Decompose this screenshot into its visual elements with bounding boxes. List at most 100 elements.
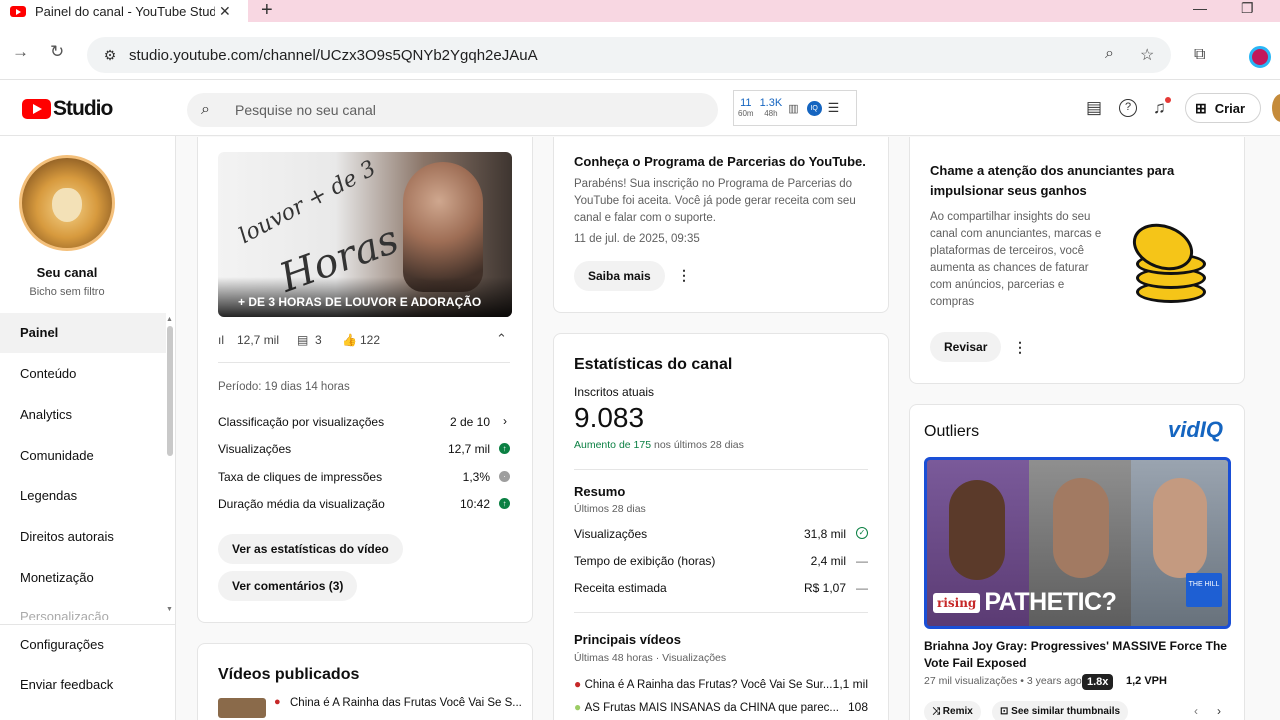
extensions-icon[interactable]: ⧉	[1194, 46, 1205, 64]
menu-icon[interactable]: ☰	[828, 100, 840, 116]
video-camera-icon: ⊞	[1195, 99, 1207, 116]
collapse-chevron-icon[interactable]: ⌃	[496, 331, 507, 347]
vidiq-stats-widget[interactable]: 11 60m 1.3K 48h ▥ IQ ☰	[733, 90, 857, 126]
vidiq-stat-48h: 1.3K 48h	[759, 97, 783, 118]
site-settings-icon[interactable]: ⚙	[93, 47, 127, 64]
video-thumbnail-small[interactable]	[218, 698, 266, 718]
browser-tab[interactable]: Painel do canal - YouTube Studi ✕	[0, 0, 248, 22]
vph-value: 1,2 VPH	[1126, 675, 1167, 687]
profile-avatar[interactable]	[1249, 46, 1271, 68]
see-similar-thumbnails-button[interactable]: ⊡ See similar thumbnails	[992, 701, 1129, 720]
remix-icon: ⤨	[932, 706, 943, 717]
outlier-video-title[interactable]: Briahna Joy Gray: Progressives' MASSIVE …	[924, 638, 1234, 672]
thumbs-up-icon: 👍	[342, 333, 357, 347]
vidiq-icon[interactable]: IQ	[806, 100, 822, 116]
create-button[interactable]: ⊞ Criar	[1185, 93, 1261, 123]
metric-views: Visualizações 12,7 mil ↑	[218, 442, 510, 456]
growth-period: nos últimos 28 dias	[653, 439, 744, 451]
notifications-bell-icon[interactable]: ♫	[1153, 98, 1166, 118]
news-card: Conheça o Programa de Parcerias do YouTu…	[553, 137, 889, 313]
review-button[interactable]: Revisar	[930, 332, 1002, 362]
video-thumbnail[interactable]: louvor + de 3 Horas + DE 3 HORAS DE LOUV…	[218, 152, 512, 317]
address-bar[interactable]: ⚙ studio.youtube.com/channel/UCzx3O9s5QN…	[87, 37, 1171, 73]
view-video-stats-button[interactable]: Ver as estatísticas do vídeo	[218, 534, 403, 564]
top-video-row[interactable]: ● AS Frutas MAIS INSANAS da CHINA que pa…	[574, 700, 868, 714]
more-options-icon[interactable]: ⋮	[677, 267, 691, 284]
top-video-row[interactable]: ● China é A Rainha das Frutas? Você Vai …	[574, 677, 868, 691]
close-tab-icon[interactable]: ✕	[219, 3, 231, 20]
more-options-icon[interactable]: ⋮	[1013, 339, 1027, 356]
channel-stats-card: Estatísticas do canal Inscritos atuais 9…	[553, 333, 889, 720]
news-body: Parabéns! Sua inscrição no Programa de P…	[574, 178, 856, 224]
sidebar-item-painel[interactable]: Painel	[0, 313, 166, 353]
feedback-icon[interactable]: ▤	[1086, 98, 1102, 118]
metric-ctr: Taxa de cliques de impressões 1,3% ·	[218, 470, 510, 484]
published-videos-card: Vídeos publicados ● China é A Rainha das…	[197, 643, 533, 720]
learn-more-button[interactable]: Saiba mais	[574, 261, 665, 291]
comments-count: 3	[315, 333, 322, 347]
channel-handle: Bicho sem filtro	[29, 286, 105, 298]
published-video-title[interactable]: China é A Rainha das Frutas Você Vai Se …	[290, 695, 522, 712]
search-placeholder: Pesquise no seu canal	[235, 102, 376, 118]
channel-name: Seu canal	[36, 265, 98, 280]
thumbnail-caption: + DE 3 HORAS DE LOUVOR E ADORAÇÃO	[218, 277, 512, 317]
sidebar-item-enviar-feedback[interactable]: Enviar feedback	[0, 665, 166, 705]
notification-dot	[1165, 97, 1171, 103]
summary-revenue: Receita estimada R$ 1,07 —	[574, 581, 868, 595]
channel-avatar[interactable]	[19, 155, 115, 251]
strawberry-icon: ●	[574, 677, 582, 691]
browser-toolbar: → ↻ ⚙ studio.youtube.com/channel/UCzx3O9…	[0, 22, 1280, 80]
new-tab-button[interactable]: +	[261, 0, 273, 22]
remix-button[interactable]: ⤨ Remix	[924, 701, 981, 720]
view-comments-button[interactable]: Ver comentários (3)	[218, 571, 358, 601]
vidiq-logo: vidIQ	[1168, 417, 1224, 442]
youtube-logo-icon	[22, 99, 51, 119]
sidebar-item-comunidade[interactable]: Comunidade	[0, 436, 166, 476]
sidebar-item-monetizacao[interactable]: Monetização	[0, 558, 166, 598]
top-videos-period: Últimas 48 horas · Visualizações	[574, 652, 727, 664]
outlier-video-thumbnail[interactable]: rising PATHETIC? THE HILL	[924, 457, 1231, 629]
summary-views: Visualizações 31,8 mil ✓	[574, 527, 868, 541]
help-icon[interactable]: ?	[1119, 99, 1137, 117]
views-count: 12,7 mil	[237, 333, 280, 347]
outliers-card: Outliers vidIQ rising PATHETIC? THE HILL…	[909, 404, 1245, 720]
scroll-down-arrow-icon[interactable]: ▼	[166, 606, 173, 613]
sidebar-item-analytics[interactable]: Analytics	[0, 395, 166, 435]
account-avatar[interactable]	[1272, 94, 1280, 122]
views-bar-icon: ıl	[218, 333, 224, 347]
restore-button[interactable]: ❐	[1241, 0, 1254, 17]
fruit-icon: ●	[574, 700, 582, 714]
rising-tag: rising	[933, 592, 981, 613]
thumbnail-text: PATHETIC?	[984, 588, 1117, 616]
scroll-up-arrow-icon[interactable]: ▲	[166, 316, 173, 323]
zoom-icon[interactable]: ⌕	[1105, 45, 1114, 63]
published-videos-title: Vídeos publicados	[218, 666, 360, 683]
browser-tab-strip: Painel do canal - YouTube Studi ✕ + — ❐	[0, 0, 1280, 22]
channel-search[interactable]: ⌕ Pesquise no seu canal	[187, 93, 718, 127]
thumbnails-icon: ⊡	[1000, 706, 1012, 717]
comment-icon: ▤	[297, 333, 309, 347]
sidebar-item-configuracoes[interactable]: Configurações	[0, 625, 166, 665]
sidebar-item-personalizacao[interactable]: Personalização	[20, 610, 109, 620]
sidebar-item-conteudo[interactable]: Conteúdo	[0, 354, 166, 394]
sidebar-item-direitos-autorais[interactable]: Direitos autorais	[0, 517, 166, 557]
studio-header: Studio ⌕ Pesquise no seu canal 11 60m 1.…	[0, 80, 1280, 136]
bar-chart-icon[interactable]: ▥	[788, 102, 798, 115]
bookmark-star-icon[interactable]: ☆	[1140, 45, 1154, 65]
reload-icon[interactable]: ↻	[50, 42, 64, 62]
metric-avg-duration: Duração média da visualização 10:42 ↑	[218, 497, 510, 511]
forward-arrow-icon[interactable]: →	[12, 42, 29, 62]
news-title: Conheça o Programa de Parcerias do YouTu…	[574, 154, 866, 169]
sidebar-scrollbar[interactable]	[167, 326, 173, 456]
metric-ranking[interactable]: Classificação por visualizações 2 de 10 …	[218, 414, 510, 429]
coins-illustration-icon	[1126, 215, 1214, 311]
summary-watch-time: Tempo de exibição (horas) 2,4 mil —	[574, 554, 868, 568]
next-arrow-icon[interactable]: ›	[1217, 704, 1221, 718]
strawberry-icon: ●	[274, 696, 281, 708]
neutral-icon: ·	[499, 471, 510, 482]
youtube-studio-logo[interactable]: Studio	[22, 97, 113, 121]
sidebar-item-legendas[interactable]: Legendas	[0, 476, 166, 516]
news-date: 11 de jul. de 2025, 09:35	[574, 233, 700, 245]
minimize-button[interactable]: —	[1193, 0, 1207, 16]
prev-arrow-icon[interactable]: ‹	[1194, 704, 1198, 718]
